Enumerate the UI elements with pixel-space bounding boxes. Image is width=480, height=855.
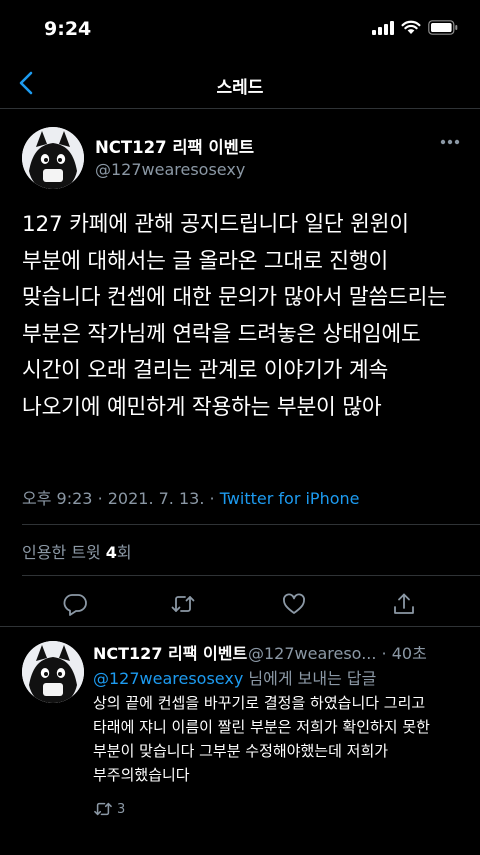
battery-icon <box>428 20 458 35</box>
page-title: 스레드 <box>216 78 264 98</box>
quote-tweets-count[interactable]: 인용한 트윗 4회 <box>22 539 132 563</box>
divider <box>0 626 480 627</box>
meta-separator: · <box>209 489 220 508</box>
author-handle[interactable]: @127wearesosexy <box>95 160 245 179</box>
status-time: 9:24 <box>44 18 92 40</box>
status-icons <box>372 20 458 35</box>
wifi-icon <box>401 20 421 34</box>
retweet-icon[interactable] <box>170 591 196 617</box>
avatar-image <box>22 127 84 189</box>
reply-actions: 3 <box>93 799 125 819</box>
tweet-time: 오후 9:23 <box>22 489 93 508</box>
tweet-text: 127 카페에 관해 공지드립니다 일단 윈윈이 부분에 대해서는 글 올라온 … <box>22 212 447 420</box>
avatar-image <box>22 641 84 703</box>
tweet-timestamp: 오후 9:23 · 2021. 7. 13. · Twitter for iPh… <box>22 485 360 509</box>
heart-icon[interactable] <box>281 591 307 617</box>
retweet-count: 3 <box>117 801 126 817</box>
reply-meta: @127weareso... · 40초 <box>248 640 427 664</box>
tweet-actions <box>0 585 480 625</box>
author-name[interactable]: NCT127 리팩 이벤트 <box>95 134 254 158</box>
reply-author-name[interactable]: NCT127 리팩 이벤트 <box>93 640 247 664</box>
meta-separator: · <box>97 489 108 508</box>
divider <box>22 524 480 525</box>
reply-author-handle[interactable]: @127weareso... <box>248 644 376 663</box>
reply-mention-link[interactable]: @127wearesosexy <box>93 669 243 688</box>
replying-to-suffix: 님에게 보내는 답글 <box>243 669 377 688</box>
quote-label: 인용한 트윗 <box>22 543 101 562</box>
divider <box>22 575 480 576</box>
meta-separator: · <box>381 644 392 663</box>
cellular-signal-icon <box>372 20 394 35</box>
retweet-icon[interactable] <box>93 799 113 819</box>
top-nav-bar: 스레드 <box>0 60 480 109</box>
replying-to: @127wearesosexy 님에게 보내는 답글 <box>93 665 376 689</box>
reply-icon[interactable] <box>62 591 88 617</box>
tweet-date: 2021. 7. 13. <box>107 489 205 508</box>
status-bar: 9:24 <box>0 0 480 60</box>
tweet-source-link[interactable]: Twitter for iPhone <box>220 489 360 508</box>
share-icon[interactable] <box>391 591 417 617</box>
avatar[interactable] <box>22 127 84 189</box>
quote-count: 4 <box>105 543 117 562</box>
reply-age: 40초 <box>391 644 427 663</box>
avatar[interactable] <box>22 641 84 703</box>
more-horizontal-icon[interactable] <box>440 139 460 145</box>
quote-unit: 회 <box>116 543 132 562</box>
reply-text: 상의 끝에 컨셉을 바꾸기로 결정을 하였습니다 그리고 타래에 쟈니 이름이 … <box>93 694 430 784</box>
